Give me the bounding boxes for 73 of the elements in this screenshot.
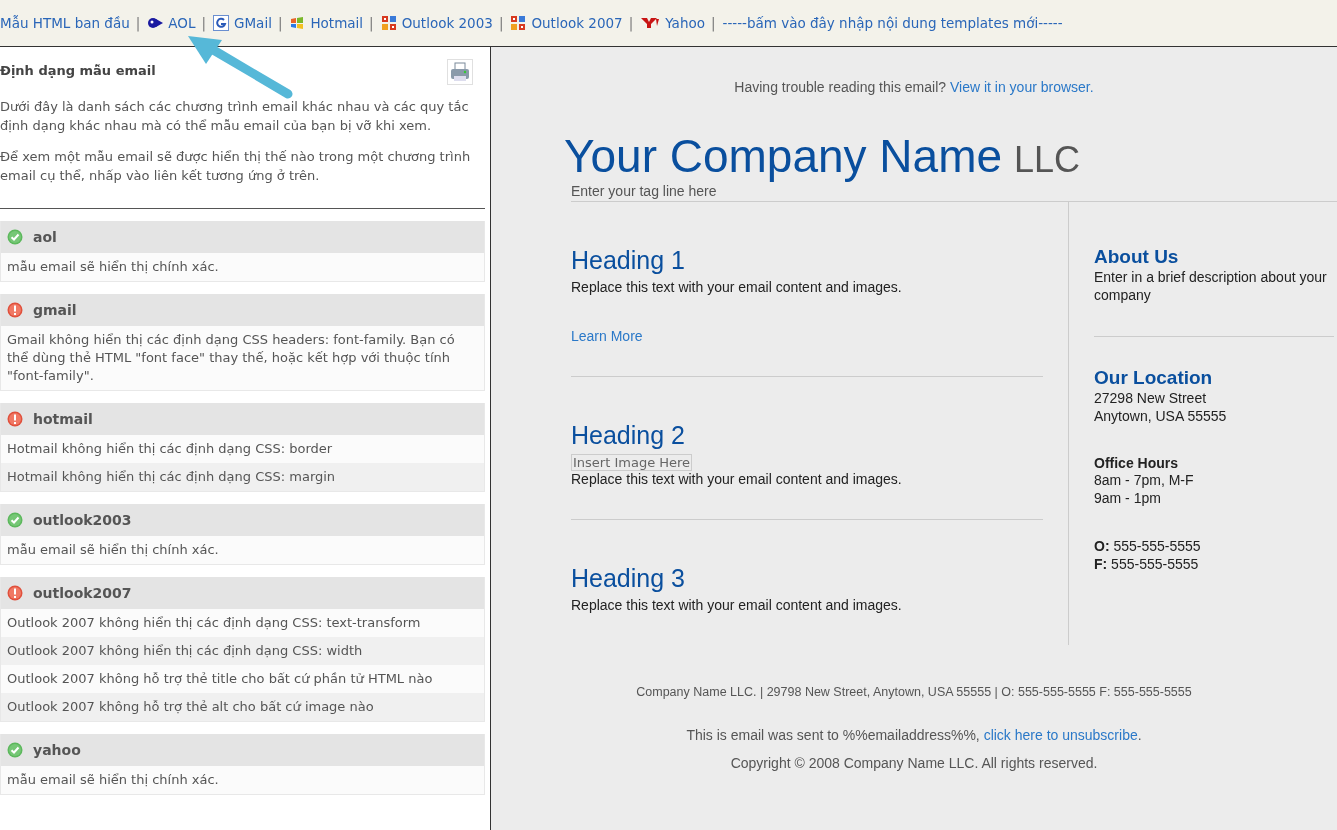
rule-message: Hotmail không hiển thị các định dạng CSS: border [1, 435, 484, 463]
unsubscribe-link[interactable]: click here to unsubscribe [983, 727, 1138, 743]
description-text: Dưới đây là danh sách các chương trình email khác nhau và các quy tắc định dạng khác nhau mà có thể mẫu email của bạn bị vỡ khi xem. [0, 98, 470, 135]
company-suffix: LLC [1014, 139, 1081, 180]
rule-message: mẫu email sẽ hiển thị chính xác. [1, 253, 484, 281]
rule-message: Outlook 2007 không hiển thị các định dạng CSS: width [1, 637, 484, 665]
rule-message: Outlook 2007 không hỗ trợ thẻ alt cho bất cứ image nào [1, 693, 484, 721]
toolbar-link[interactable]: Outlook 2007 [510, 15, 623, 31]
separator: | [201, 15, 206, 31]
body-text: Replace this text with your email content and images. [571, 471, 903, 487]
rule-message: mẫu email sẽ hiển thị chính xác. [1, 766, 484, 794]
panel-title: Định dạng mẫu email [0, 63, 156, 78]
sidebar-text: O: 555-555-5555 [1094, 537, 1202, 555]
separator: | [498, 15, 504, 31]
rule-message: Outlook 2007 không hỗ trợ thẻ title cho bất cứ phần tử HTML nào [1, 665, 484, 693]
learn-more-link[interactable]: Learn More [571, 328, 643, 344]
yahoo-y-icon [640, 16, 661, 30]
company-name: Your Company Name [564, 130, 1003, 182]
exclamation-circle-icon [7, 411, 23, 427]
toolbar-link[interactable]: AOL [147, 15, 196, 31]
rule-message: Outlook 2007 không hiển thị các định dạng CSS: text-transform [1, 609, 484, 637]
browser-link[interactable]: View it in your browser. [949, 79, 1094, 95]
separator: | [628, 15, 634, 31]
rule-message: mẫu email sẽ hiển thị chính xác. [1, 536, 484, 564]
image-alt-text: Insert Image Here [573, 455, 691, 470]
hours-heading: Office Hours [1094, 455, 1179, 471]
toolbar-link[interactable]: GMail [213, 15, 272, 31]
rule-message: Gmail không hiển thị các định dạng CSS headers: font-family. Bạn có thể dùng thẻ HTML "font face" thay thế, hoặc kết hợp với thuộc tính "font-family". [1, 326, 484, 390]
toolbar-link[interactable]: Hotmail [289, 15, 364, 31]
toolbar-link[interactable]: Yahoo [640, 15, 705, 31]
notice-text: Having trouble reading this email? View it in your browser. [733, 79, 1095, 95]
separator: | [369, 15, 374, 31]
unsubscribe-text: This is email was sent to %%emailaddress%%, click here to unsubscribe. [685, 727, 1143, 743]
office-squares-icon [380, 15, 397, 31]
letter-g-icon [213, 15, 229, 31]
description-text: Để xem một mẫu email sẽ được hiển thị thế nào trong một chương trình email cụ thể, nhấp vào liên kết tương ứng ở trên. [0, 148, 472, 185]
client-name: gmail [33, 302, 77, 318]
client-name: outlook2007 [33, 585, 132, 601]
client-name: yahoo [33, 742, 81, 758]
footer-address: Company Name LLC. | 29798 New Street, Anytown, USA 55555 | O: 555-555-5555 F: 555-555-5555 [635, 685, 1193, 699]
body-text: Replace this text with your email content and images. [571, 279, 903, 295]
separator: | [277, 15, 283, 31]
sidebar-text: F: 555-555-5555 [1094, 555, 1200, 573]
sidebar-text: Anytown, USA 55555 [1094, 407, 1228, 425]
check-circle-icon [7, 512, 23, 528]
check-circle-icon [7, 229, 23, 245]
exclamation-circle-icon [7, 302, 23, 318]
exclamation-circle-icon [7, 585, 23, 601]
sidebar-text: Enter in a brief description about your company [1094, 268, 1328, 304]
sidebar-text: 8am - 7pm, M-F [1094, 471, 1195, 489]
client-name: outlook2003 [33, 512, 132, 528]
client-name: aol [33, 229, 57, 245]
sidebar-text: 27298 New Street [1094, 389, 1208, 407]
sidebar-heading: Our Location [1094, 367, 1214, 389]
section-heading: Heading 3 [571, 564, 686, 593]
sidebar-text: 9am - 1pm [1094, 489, 1162, 507]
check-circle-icon [7, 742, 23, 758]
office-squares-icon [510, 15, 527, 31]
section-heading: Heading 1 [571, 246, 686, 275]
toolbar-link[interactable]: Mẫu HTML ban đầu [0, 15, 130, 31]
tagline-text: Enter your tag line here [571, 183, 1337, 202]
body-text: Replace this text with your email content and images. [571, 597, 903, 613]
toolbar-link[interactable]: Outlook 2003 [380, 15, 493, 31]
client-name: hotmail [33, 411, 93, 427]
separator: | [135, 15, 141, 31]
sidebar-heading: About Us [1094, 246, 1180, 268]
separator: | [710, 15, 716, 31]
rule-message: Hotmail không hiển thị các định dạng CSS: margin [1, 463, 484, 491]
toolbar-link[interactable]: -----bấm vào đây nhập nội dung templates mới----- [722, 15, 1063, 31]
windows-flag-icon [289, 15, 306, 31]
copyright-text: Copyright © 2008 Company Name LLC. All rights reserved. [729, 755, 1099, 771]
section-heading: Heading 2 [571, 421, 686, 450]
printer-icon[interactable] [447, 59, 473, 85]
